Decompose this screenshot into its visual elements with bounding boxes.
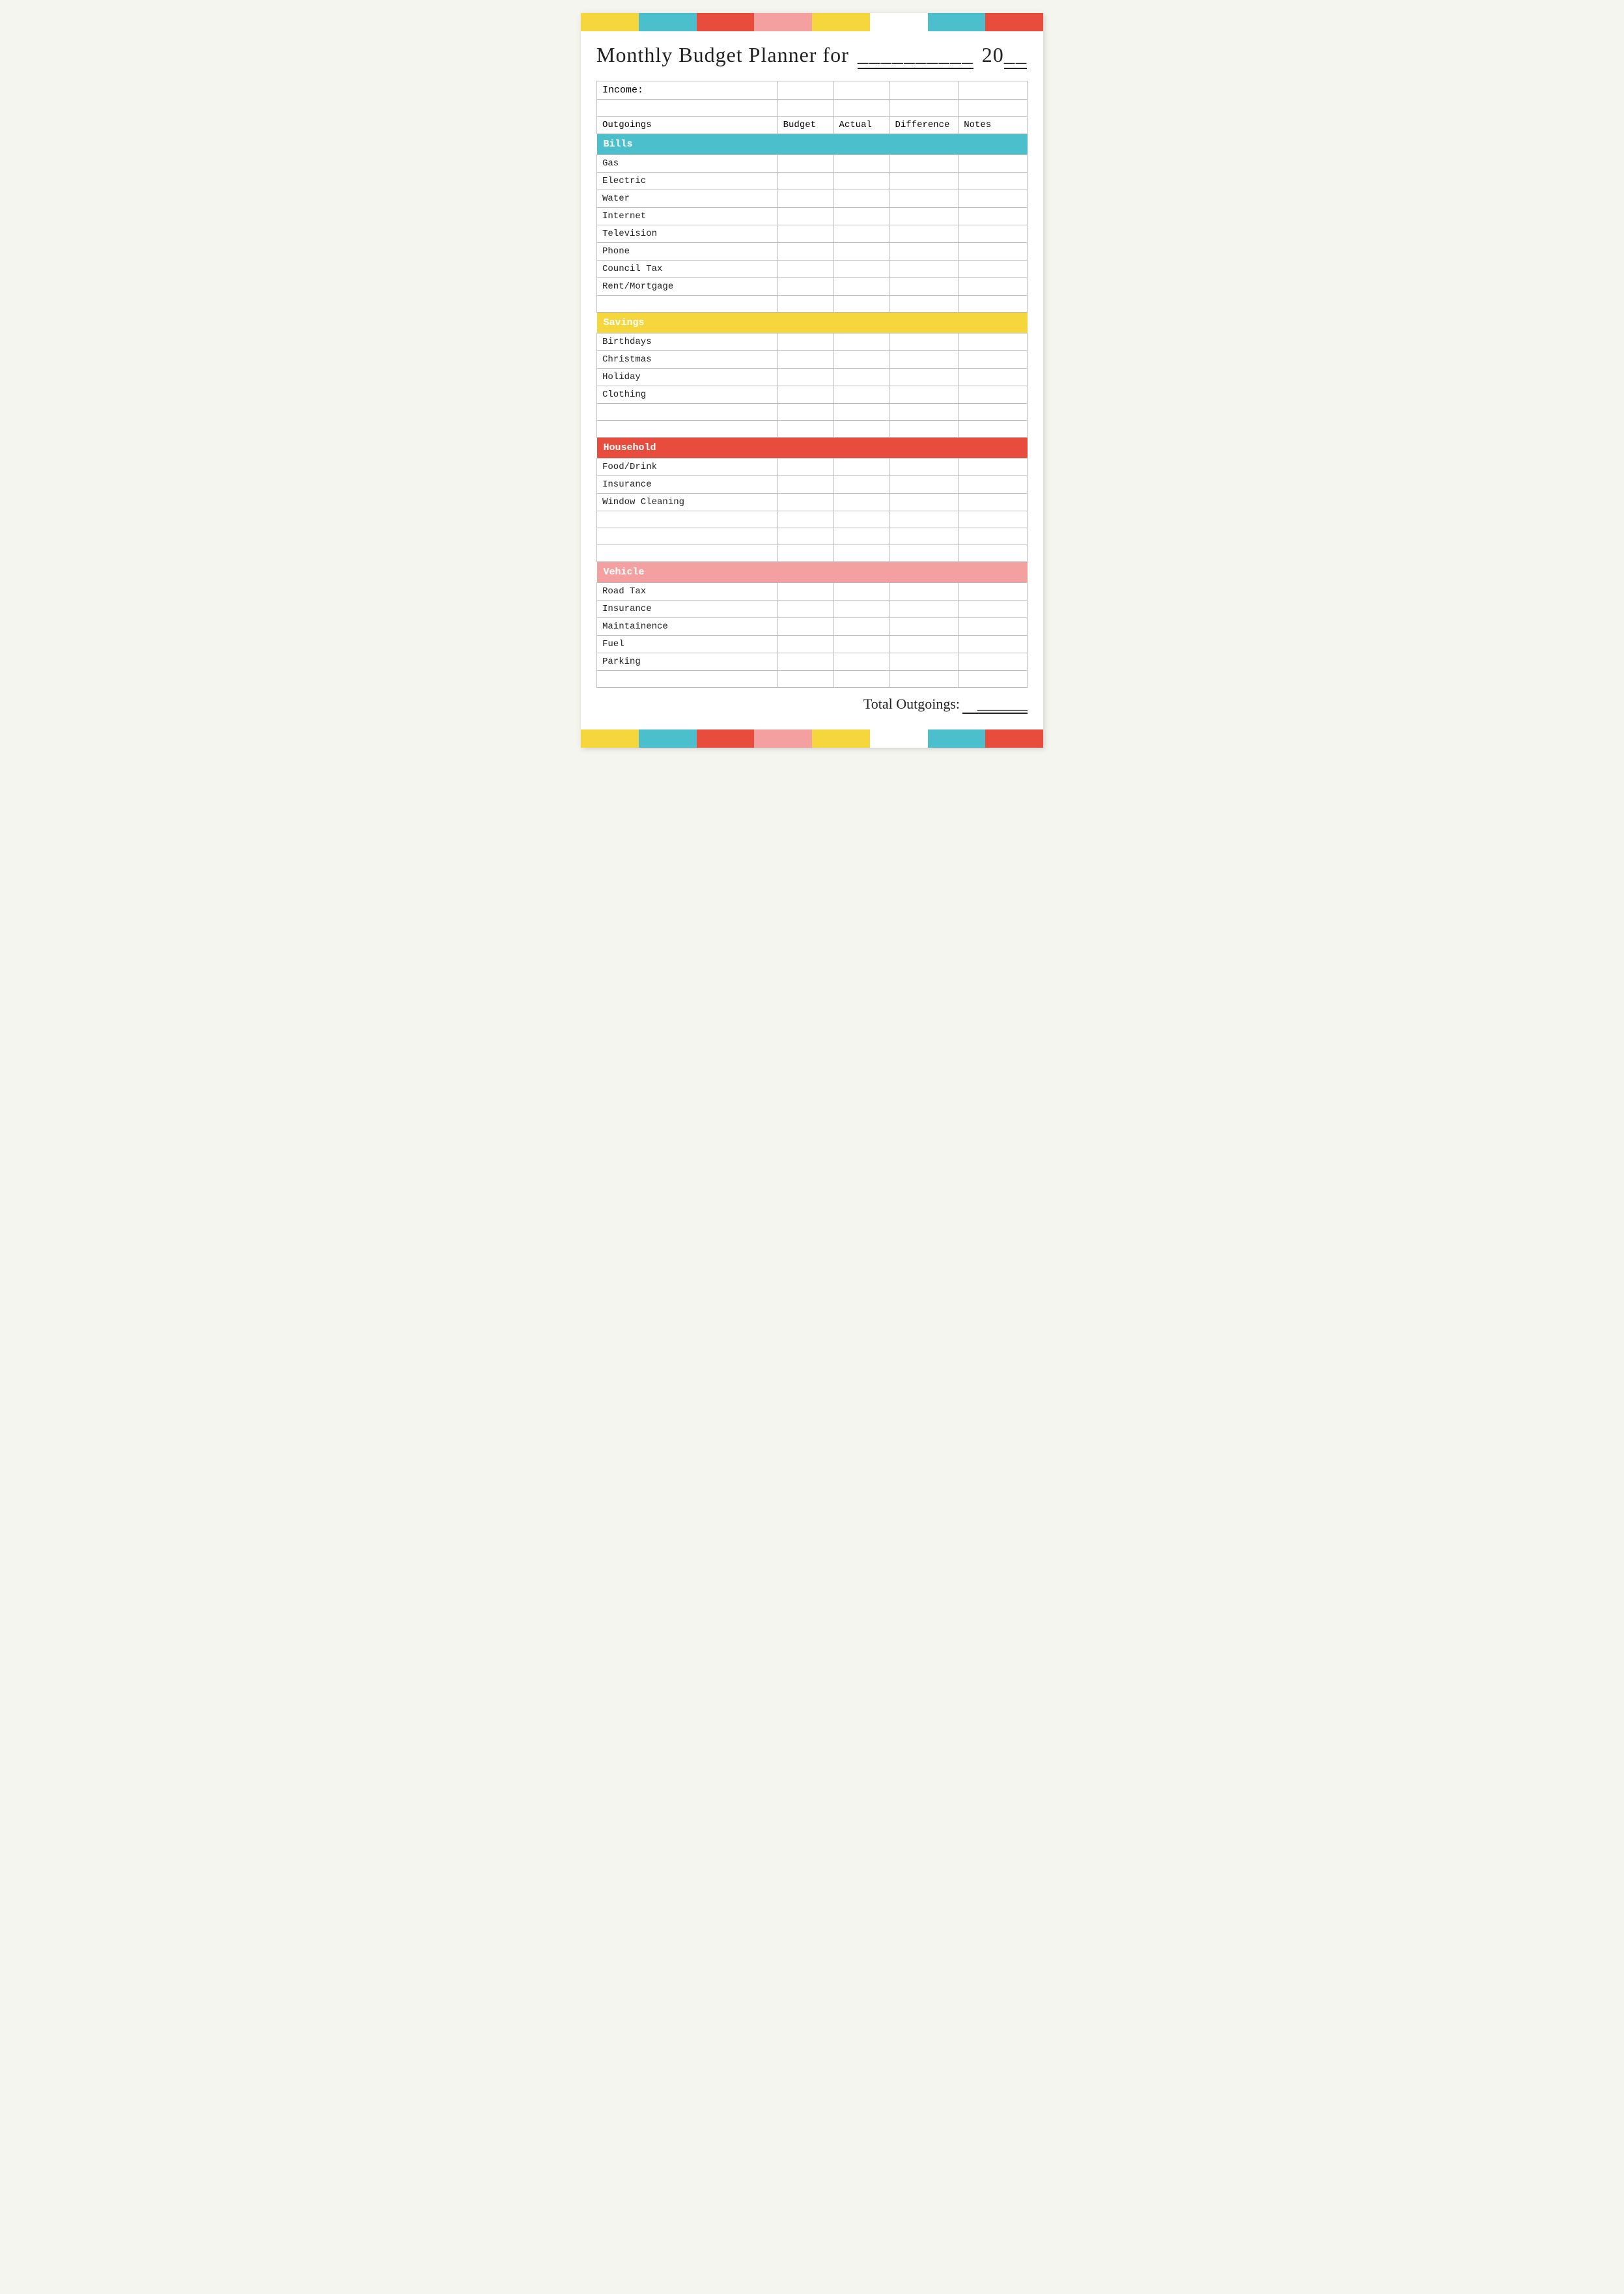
row-water: Water xyxy=(597,190,1028,208)
bar-seg-1 xyxy=(581,13,639,31)
row-internet: Internet xyxy=(597,208,1028,225)
bot-bar-seg-4 xyxy=(754,729,812,748)
row-birthdays: Birthdays xyxy=(597,333,1028,351)
page-content: Monthly Budget Planner for __________ 20… xyxy=(581,31,1043,723)
income-budget[interactable] xyxy=(777,81,833,100)
row-television: Television xyxy=(597,225,1028,243)
row-insurance-household: Insurance xyxy=(597,476,1028,494)
household-empty-1 xyxy=(597,511,1028,528)
table-header-row: Outgoings Budget Actual Difference Notes xyxy=(597,117,1028,134)
page-title: Monthly Budget Planner for __________ 20… xyxy=(596,43,1028,69)
title-month-blank[interactable]: __________ xyxy=(858,48,973,69)
household-label: Household xyxy=(597,438,1028,459)
bot-bar-seg-3 xyxy=(697,729,755,748)
vehicle-label: Vehicle xyxy=(597,562,1028,583)
bills-empty-1 xyxy=(597,296,1028,313)
savings-empty-2 xyxy=(597,421,1028,438)
income-label: Income: xyxy=(597,81,778,100)
col-outgoings: Outgoings xyxy=(597,117,778,134)
bot-bar-seg-6 xyxy=(870,729,928,748)
income-row: Income: xyxy=(597,81,1028,100)
bottom-color-bar xyxy=(581,729,1043,748)
title-year-blank[interactable]: __ xyxy=(1004,48,1028,69)
bar-seg-6 xyxy=(870,13,928,31)
category-household: Household xyxy=(597,438,1028,459)
total-label: Total Outgoings: xyxy=(863,696,960,712)
income-diff[interactable] xyxy=(889,81,959,100)
title-year-prefix: 20 xyxy=(982,43,1004,66)
category-vehicle: Vehicle xyxy=(597,562,1028,583)
row-phone: Phone xyxy=(597,243,1028,261)
row-clothing: Clothing xyxy=(597,386,1028,404)
col-diff: Difference xyxy=(889,117,959,134)
top-color-bar xyxy=(581,13,1043,31)
household-empty-3 xyxy=(597,545,1028,562)
bar-seg-7 xyxy=(928,13,986,31)
row-parking: Parking xyxy=(597,653,1028,671)
row-fuel: Fuel xyxy=(597,636,1028,653)
bar-seg-3 xyxy=(697,13,755,31)
vehicle-empty-1 xyxy=(597,671,1028,688)
row-food-drink: Food/Drink xyxy=(597,459,1028,476)
empty-row xyxy=(597,100,1028,117)
row-electric: Electric xyxy=(597,173,1028,190)
bar-seg-5 xyxy=(812,13,870,31)
savings-empty-1 xyxy=(597,404,1028,421)
row-christmas: Christmas xyxy=(597,351,1028,369)
page: Monthly Budget Planner for __________ 20… xyxy=(581,13,1043,748)
row-insurance-vehicle: Insurance xyxy=(597,601,1028,618)
total-outgoings-row: Total Outgoings:_______ xyxy=(596,688,1028,716)
row-holiday: Holiday xyxy=(597,369,1028,386)
bot-bar-seg-5 xyxy=(812,729,870,748)
income-notes[interactable] xyxy=(959,81,1028,100)
col-budget: Budget xyxy=(777,117,833,134)
bot-bar-seg-8 xyxy=(985,729,1043,748)
col-notes: Notes xyxy=(959,117,1028,134)
household-empty-2 xyxy=(597,528,1028,545)
row-maintainence: Maintainence xyxy=(597,618,1028,636)
col-actual: Actual xyxy=(833,117,889,134)
category-bills: Bills xyxy=(597,134,1028,155)
bar-seg-8 xyxy=(985,13,1043,31)
bot-bar-seg-1 xyxy=(581,729,639,748)
budget-table: Income: Outgoings Budget Actual Differen… xyxy=(596,81,1028,688)
row-council-tax: Council Tax xyxy=(597,261,1028,278)
bot-bar-seg-2 xyxy=(639,729,697,748)
income-actual[interactable] xyxy=(833,81,889,100)
row-rent-mortgage: Rent/Mortgage xyxy=(597,278,1028,296)
bar-seg-4 xyxy=(754,13,812,31)
bar-seg-2 xyxy=(639,13,697,31)
bot-bar-seg-7 xyxy=(928,729,986,748)
bills-label: Bills xyxy=(597,134,1028,155)
row-gas: Gas xyxy=(597,155,1028,173)
row-road-tax: Road Tax xyxy=(597,583,1028,601)
savings-label: Savings xyxy=(597,313,1028,333)
row-window-cleaning: Window Cleaning xyxy=(597,494,1028,511)
category-savings: Savings xyxy=(597,313,1028,333)
title-text: Monthly Budget Planner for xyxy=(596,43,849,66)
total-blank[interactable]: _______ xyxy=(962,696,1028,714)
